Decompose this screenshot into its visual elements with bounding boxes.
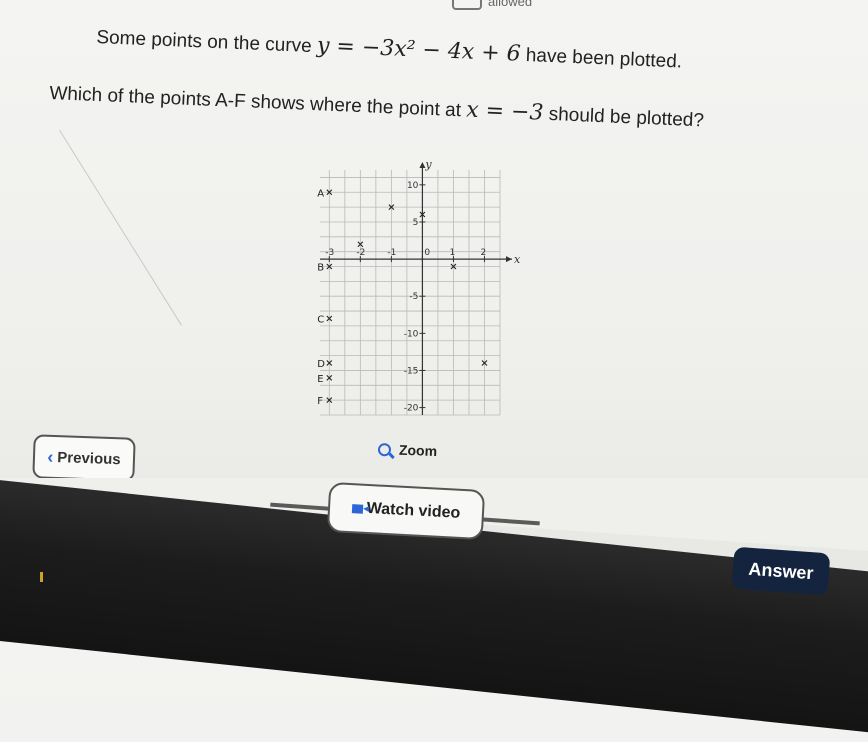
curve-equation: y = −3x² − 4x + 6: [316, 33, 522, 67]
y-tick-label: 5: [413, 218, 419, 228]
zoom-button[interactable]: Zoom: [377, 441, 438, 460]
calculator-allowed-label: allowed: [488, 0, 533, 9]
y-tick-label: -15: [404, 366, 419, 376]
x-tick-label: -2: [356, 248, 365, 258]
graph-svg: yx-3 -2 -1 0 1 2105-5-10-15-20ABCDEF: [317, 158, 521, 416]
background-line: [59, 130, 182, 326]
question-line-1-suffix: have been plotted.: [520, 44, 683, 73]
previous-label: Previous: [57, 448, 121, 468]
x-tick-label: 0: [424, 248, 430, 258]
x-tick-label: 1: [449, 248, 455, 258]
x-tick-label: -3: [325, 248, 334, 258]
y-tick-label: -20: [404, 404, 419, 414]
option-label-b: B: [317, 263, 324, 274]
option-label-d: D: [317, 359, 325, 370]
answer-label: Answer: [747, 558, 815, 583]
watch-video-label: Watch video: [366, 499, 461, 522]
x-axis-label: x: [514, 253, 521, 266]
option-label-f: F: [317, 396, 323, 407]
zoom-label: Zoom: [398, 441, 438, 460]
option-label-e: E: [317, 374, 323, 385]
x-tick-label: -1: [387, 248, 396, 258]
x-axis-arrow: [506, 256, 512, 263]
option-label-c: C: [317, 314, 324, 325]
video-camera-icon: [351, 503, 363, 514]
previous-button[interactable]: ‹ Previous: [32, 434, 136, 482]
x-value-equation: x = −3: [465, 97, 544, 126]
answer-button[interactable]: Answer: [731, 546, 831, 596]
graph: y x -3 -2 -1 0 1 2 10 5 -5 -10 -15 -20 A B C D E F: [300, 158, 540, 435]
calculator-icon: [452, 0, 482, 10]
keyboard-mark: [40, 572, 43, 582]
question-line-2-suffix: should be plotted?: [542, 103, 705, 132]
x-tick-label: 2: [480, 248, 486, 258]
question-line-1: Some points on the curve y = −3x² − 4x +…: [96, 24, 683, 74]
y-axis-label: y: [424, 160, 432, 171]
question-line-2: Which of the points A-F shows where the …: [49, 80, 704, 132]
y-tick-label: -5: [409, 292, 418, 302]
watch-video-button[interactable]: Watch video: [326, 481, 486, 541]
chevron-left-icon: ‹: [47, 446, 54, 467]
magnifier-icon: [377, 442, 392, 456]
option-label-a: A: [317, 188, 324, 199]
y-tick-label: 10: [407, 181, 419, 191]
question-line-1-prefix: Some points on the curve: [95, 26, 318, 58]
question-line-2-prefix: Which of the points A-F shows where the …: [48, 82, 467, 122]
y-tick-label: -10: [404, 329, 419, 339]
